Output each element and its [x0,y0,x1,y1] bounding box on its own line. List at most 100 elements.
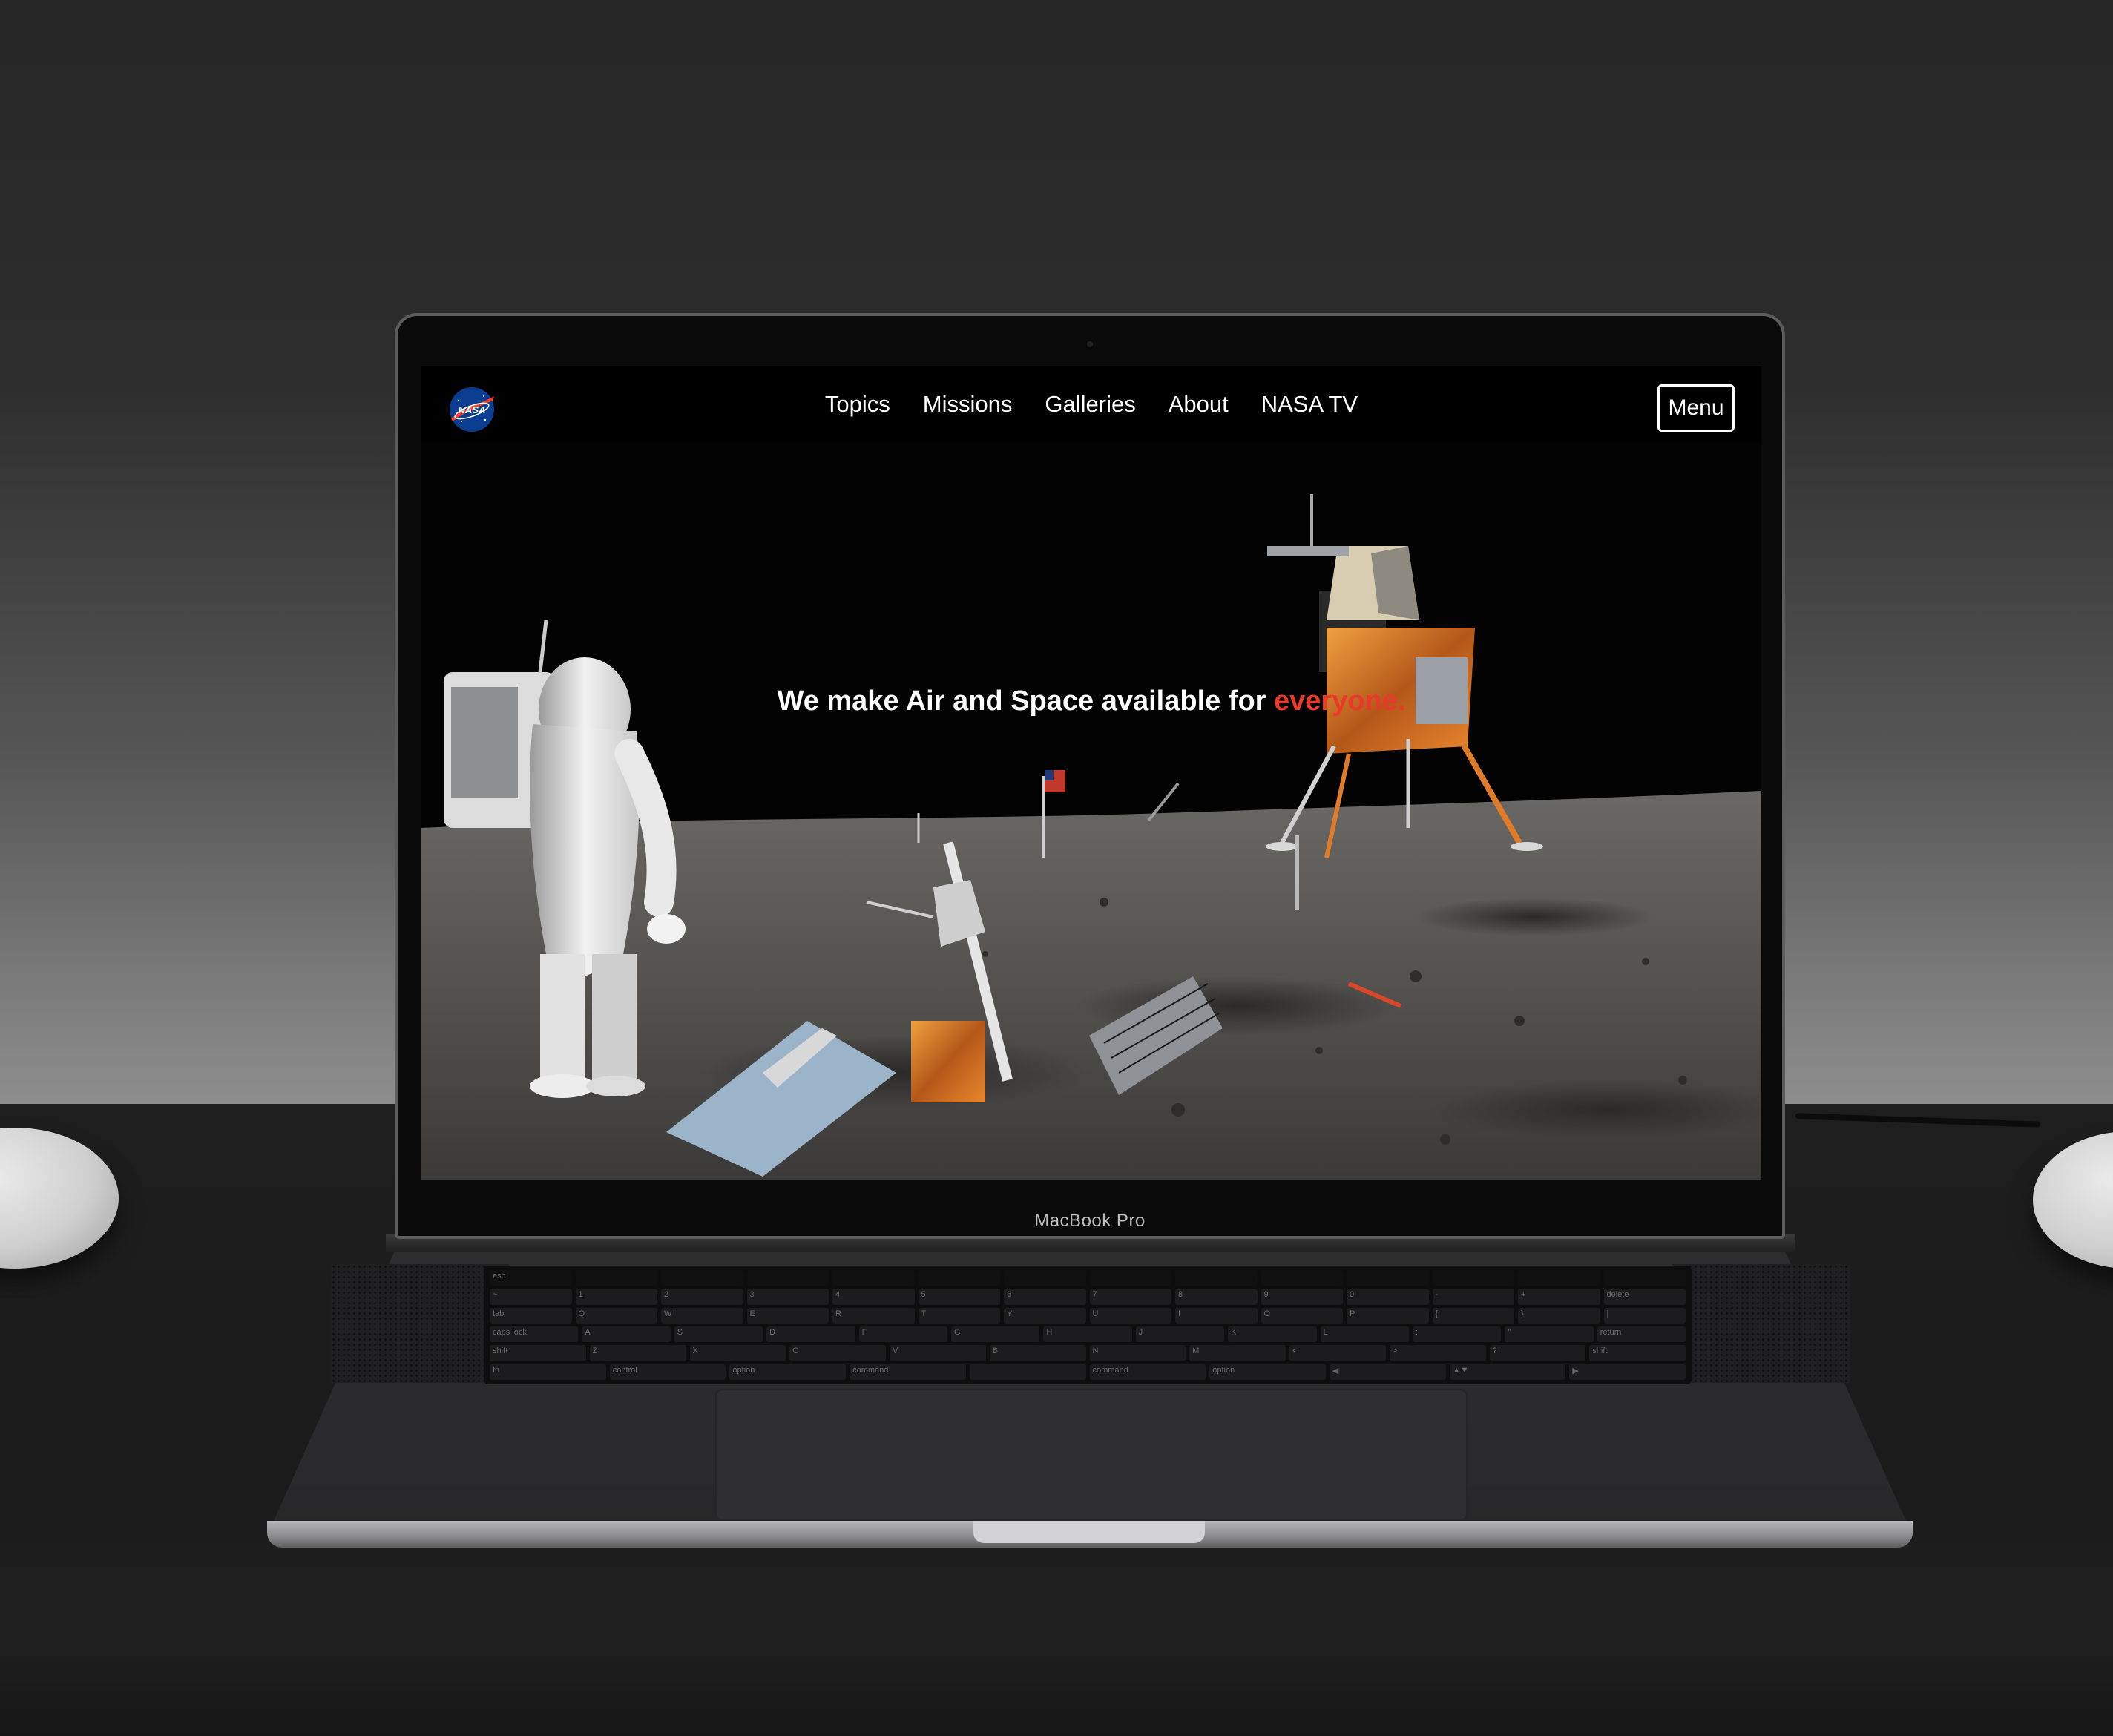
trackpad[interactable] [715,1389,1468,1521]
keyboard-key[interactable]: shift [1589,1345,1686,1361]
keyboard-row: esc [490,1270,1686,1286]
keyboard-key[interactable]: C [789,1345,886,1361]
keyboard-key[interactable]: command [1089,1364,1206,1380]
keyboard-key[interactable]: 8 [1175,1289,1258,1305]
keyboard-key[interactable]: ▲▼ [1449,1364,1566,1380]
nav-link-galleries[interactable]: Galleries [1045,391,1135,418]
keyboard-key[interactable]: K [1228,1326,1317,1343]
keyboard-key[interactable]: 9 [1261,1289,1343,1305]
keyboard-key[interactable]: esc [490,1270,572,1286]
keyboard-key[interactable]: G [950,1326,1040,1343]
keyboard-key[interactable]: F [858,1326,947,1343]
keyboard-key[interactable]: shift [490,1345,586,1361]
keyboard: esc ~1 2 3 4 5 6 7 8 9 0- + delete tab Q W E R T Y U I O P{} | ca… [484,1266,1692,1384]
keyboard-key[interactable]: 6 [1004,1289,1086,1305]
keyboard-key[interactable] [1518,1270,1600,1286]
keyboard-key[interactable]: control [609,1364,726,1380]
keyboard-key[interactable] [1175,1270,1258,1286]
keyboard-key[interactable]: - [1432,1289,1514,1305]
keyboard-key[interactable] [575,1270,657,1286]
keyboard-key[interactable]: + [1518,1289,1600,1305]
hero-headline-accent: everyone [1274,685,1398,717]
keyboard-key[interactable]: B [989,1345,1086,1361]
keyboard-key[interactable] [1347,1270,1429,1286]
keyboard-row: caps lock A S D F G H J K L: " return [490,1326,1686,1343]
keyboard-key[interactable]: ? [1489,1345,1586,1361]
menu-button[interactable]: Menu [1657,384,1735,432]
keyboard-key[interactable]: J [1135,1326,1225,1343]
keyboard-key[interactable]: R [832,1307,915,1324]
keyboard-key[interactable]: 3 [746,1289,829,1305]
keyboard-key[interactable]: I [1175,1307,1258,1324]
keyboard-key[interactable]: H [1043,1326,1132,1343]
keyboard-key[interactable]: caps lock [490,1326,579,1343]
speaker-grille-left [331,1264,509,1383]
keyboard-key[interactable]: X [689,1345,786,1361]
keyboard-key[interactable]: delete [1603,1289,1686,1305]
keyboard-key[interactable]: Z [589,1345,686,1361]
nav-link-about[interactable]: About [1169,391,1229,418]
keyboard-key[interactable]: ▶ [1569,1364,1686,1380]
keyboard-key[interactable]: tab [490,1307,572,1324]
keyboard-key[interactable]: } [1518,1307,1600,1324]
keyboard-key[interactable]: U [1089,1307,1171,1324]
nav-link-missions[interactable]: Missions [923,391,1013,418]
keyboard-key[interactable] [1261,1270,1343,1286]
keyboard-key[interactable] [1089,1270,1171,1286]
keyboard-key[interactable]: fn [490,1364,606,1380]
keyboard-key[interactable]: { [1432,1307,1514,1324]
keyboard-key[interactable]: E [746,1307,829,1324]
webcam-icon [1087,341,1093,347]
keyboard-key[interactable]: A [582,1326,671,1343]
keyboard-key[interactable]: option [1209,1364,1326,1380]
hero-section: We make Air and Space available for ever… [421,442,1761,1180]
keyboard-key[interactable]: D [766,1326,855,1343]
keyboard-key[interactable]: 2 [661,1289,743,1305]
browser-viewport: NASA Topics Missions Galleries About NAS… [421,366,1761,1180]
keyboard-key[interactable]: S [674,1326,763,1343]
keyboard-key[interactable]: 1 [575,1289,657,1305]
keyboard-key[interactable]: 0 [1347,1289,1429,1305]
keyboard-key[interactable] [969,1364,1086,1380]
nav-link-nasa-tv[interactable]: NASA TV [1261,391,1358,418]
keyboard-key[interactable] [918,1270,1000,1286]
keyboard-key[interactable]: ~ [490,1289,572,1305]
keyboard-key[interactable]: command [850,1364,966,1380]
keyboard-key[interactable] [746,1270,829,1286]
lid-open-notch [973,1521,1205,1543]
keyboard-key[interactable]: 4 [832,1289,915,1305]
keyboard-key[interactable] [1603,1270,1686,1286]
keyboard-key[interactable]: Y [1004,1307,1086,1324]
nav-link-topics[interactable]: Topics [825,391,890,418]
keyboard-key[interactable]: < [1289,1345,1386,1361]
keyboard-key[interactable]: : [1412,1326,1502,1343]
keyboard-key[interactable]: > [1389,1345,1486,1361]
keyboard-key[interactable]: N [1089,1345,1186,1361]
keyboard-key[interactable]: return [1597,1326,1686,1343]
keyboard-key[interactable]: option [729,1364,847,1380]
keyboard-key[interactable]: W [661,1307,743,1324]
nasa-logo-icon[interactable]: NASA [448,386,496,433]
keyboard-key[interactable]: | [1603,1307,1686,1324]
keyboard-row: ~1 2 3 4 5 6 7 8 9 0- + delete [490,1289,1686,1305]
keyboard-key[interactable]: " [1505,1326,1594,1343]
model-label: MacBook Pro [1034,1211,1146,1231]
hero-headline-punct: . [1397,685,1406,717]
keyboard-key[interactable]: P [1347,1307,1429,1324]
keyboard-key[interactable] [832,1270,915,1286]
primary-nav: Topics Missions Galleries About NASA TV [421,366,1761,442]
keyboard-key[interactable]: O [1261,1307,1343,1324]
keyboard-key[interactable] [661,1270,743,1286]
keyboard-key[interactable]: M [1189,1345,1286,1361]
keyboard-key[interactable] [1432,1270,1514,1286]
keyboard-key[interactable] [1004,1270,1086,1286]
keyboard-key[interactable]: T [918,1307,1000,1324]
keyboard-key[interactable]: Q [575,1307,657,1324]
keyboard-key[interactable]: ◀ [1329,1364,1446,1380]
keyboard-key[interactable]: 5 [918,1289,1000,1305]
keyboard-key[interactable]: L [1320,1326,1409,1343]
keyboard-key[interactable]: 7 [1089,1289,1171,1305]
speaker-grille-right [1672,1264,1850,1383]
desk-edge-shadow [0,1632,2113,1736]
keyboard-key[interactable]: V [890,1345,986,1361]
